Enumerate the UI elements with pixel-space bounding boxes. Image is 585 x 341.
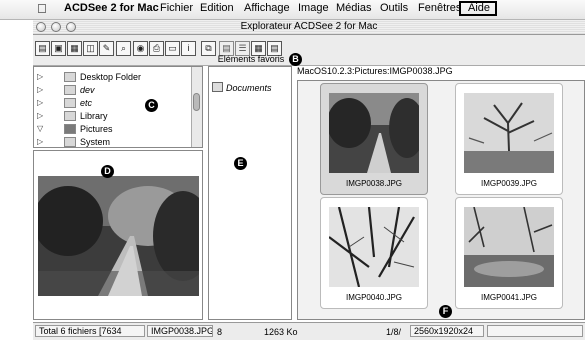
favorites-header: Eléments favoris bbox=[217, 54, 285, 64]
favorites-item-label: Documents bbox=[226, 83, 272, 93]
menu-bar:  ACDSee 2 for Mac Fichier Edition Affic… bbox=[0, 0, 585, 20]
menu-image[interactable]: Image bbox=[298, 2, 329, 14]
tree-item-label: Pictures bbox=[80, 124, 113, 134]
disclosure-triangle-icon[interactable]: ▷ bbox=[37, 98, 43, 107]
folder-icon bbox=[64, 111, 76, 121]
thumbnail-image bbox=[464, 93, 554, 173]
thumbnail-image bbox=[464, 207, 554, 287]
eye-icon[interactable]: ◉ bbox=[133, 41, 148, 56]
menu-fichier[interactable]: Fichier bbox=[160, 2, 193, 14]
tree-scrollbar[interactable] bbox=[191, 67, 202, 147]
thumbnail-grid: IMGP0038.JPG IMGP0039.JPG IMGP0040.JPG I… bbox=[297, 80, 585, 320]
app-menu[interactable]: ACDSee 2 for Mac bbox=[64, 2, 159, 14]
thumbnail-item[interactable]: IMGP0039.JPG bbox=[455, 83, 563, 195]
thumbnail-label: IMGP0041.JPG bbox=[480, 293, 538, 302]
view-icon[interactable]: ▣ bbox=[51, 41, 66, 56]
thumbnail-image bbox=[329, 207, 419, 287]
thumbnail-label: IMGP0038.JPG bbox=[345, 179, 403, 188]
slideshow-icon[interactable]: ▭ bbox=[165, 41, 180, 56]
window-title: Explorateur ACDSee 2 for Mac bbox=[240, 21, 378, 32]
callout-e: E bbox=[234, 157, 247, 170]
thumbnail-label: IMGP0040.JPG bbox=[345, 293, 403, 302]
search-icon[interactable]: ⌕ bbox=[116, 41, 131, 56]
tree-item-desktop-folder[interactable]: ▷ Desktop Folder bbox=[34, 71, 192, 84]
tree-item-label: Desktop Folder bbox=[80, 72, 142, 82]
thumbnail-item[interactable]: IMGP0041.JPG bbox=[455, 197, 563, 309]
toolbar: ▤ ▣ ▦ ◫ ✎ ⌕ ◉ ⎙ ▭ i ⧉ ▤ ☰ ▦ ▤ bbox=[33, 35, 585, 66]
print-icon[interactable]: ⎙ bbox=[149, 41, 164, 56]
menu-medias[interactable]: Médias bbox=[336, 2, 371, 14]
status-filename: IMGP0038.JPG bbox=[147, 325, 213, 337]
preview-pane bbox=[33, 150, 203, 320]
menu-affichage[interactable]: Affichage bbox=[244, 2, 290, 14]
status-bits: 8 bbox=[217, 327, 223, 337]
thumbnail-item[interactable]: IMGP0038.JPG bbox=[320, 83, 428, 195]
folder-icon bbox=[64, 85, 76, 95]
callout-f: F bbox=[439, 305, 452, 318]
info-icon[interactable]: i bbox=[181, 41, 196, 56]
tree-item-label: etc bbox=[80, 98, 93, 108]
tree-item-label: dev bbox=[80, 85, 95, 95]
status-dimensions: 2560x1920x24 bbox=[410, 325, 484, 337]
scroll-thumb[interactable] bbox=[193, 93, 200, 111]
status-total: Total 6 fichiers [7634 bbox=[35, 325, 145, 337]
aide-highlight-box bbox=[459, 1, 497, 16]
tree-item-dev[interactable]: ▷ dev bbox=[34, 84, 192, 97]
menu-edition[interactable]: Edition bbox=[200, 2, 234, 14]
thumbnail-label: IMGP0039.JPG bbox=[480, 179, 538, 188]
tree-item-label: Library bbox=[80, 111, 108, 121]
status-bar: Total 6 fichiers [7634 IMGP0038.JPG 8 12… bbox=[33, 322, 585, 340]
folder-icon bbox=[212, 82, 223, 92]
folder-icon bbox=[64, 137, 76, 147]
menu-outils[interactable]: Outils bbox=[380, 2, 408, 14]
tree-item-system[interactable]: ▷ System bbox=[34, 136, 192, 147]
callout-d: D bbox=[101, 165, 114, 178]
status-index: 1/8/ bbox=[386, 327, 402, 337]
disclosure-triangle-icon[interactable]: ▷ bbox=[37, 137, 43, 146]
folder-icon bbox=[64, 98, 76, 108]
filmstrip-icon[interactable]: ▦ bbox=[67, 41, 82, 56]
disclosure-triangle-open-icon[interactable]: ▽ bbox=[37, 124, 43, 133]
thumbnail-image bbox=[329, 93, 419, 173]
apple-menu-icon[interactable]:  bbox=[37, 1, 47, 16]
status-empty-cell bbox=[487, 325, 583, 337]
folder-tree: ▷ Desktop Folder ▷ dev ▷ etc ▷ Library ▽… bbox=[33, 66, 203, 148]
preview-image bbox=[38, 176, 199, 296]
path-bar: MacOS10.2.3:Pictures:IMGP0038.JPG bbox=[297, 66, 453, 76]
disclosure-triangle-icon[interactable]: ▷ bbox=[37, 72, 43, 81]
thumbnail-item[interactable]: IMGP0040.JPG bbox=[320, 197, 428, 309]
edit-icon[interactable]: ✎ bbox=[99, 41, 114, 56]
tree-item-label: System bbox=[80, 137, 111, 147]
favorites-item-documents[interactable]: Documents bbox=[212, 82, 272, 93]
tree-item-etc[interactable]: ▷ etc bbox=[34, 97, 192, 110]
window-title-bar: Explorateur ACDSee 2 for Mac bbox=[33, 20, 585, 35]
browse-icon[interactable]: ▤ bbox=[35, 41, 50, 56]
disclosure-triangle-icon[interactable]: ▷ bbox=[37, 111, 43, 120]
disclosure-triangle-icon[interactable]: ▷ bbox=[37, 85, 43, 94]
folder-icon bbox=[64, 124, 76, 134]
folder-icon bbox=[64, 72, 76, 82]
tree-item-pictures[interactable]: ▽ Pictures bbox=[34, 123, 192, 136]
tree-item-library[interactable]: ▷ Library bbox=[34, 110, 192, 123]
folder-icon[interactable]: ◫ bbox=[83, 41, 98, 56]
callout-c: C bbox=[145, 99, 158, 112]
favorites-pane: Eléments favoris Documents bbox=[208, 54, 292, 320]
status-filesize: 1263 Ko bbox=[264, 327, 298, 337]
menu-fenetres[interactable]: Fenêtres bbox=[418, 2, 461, 14]
